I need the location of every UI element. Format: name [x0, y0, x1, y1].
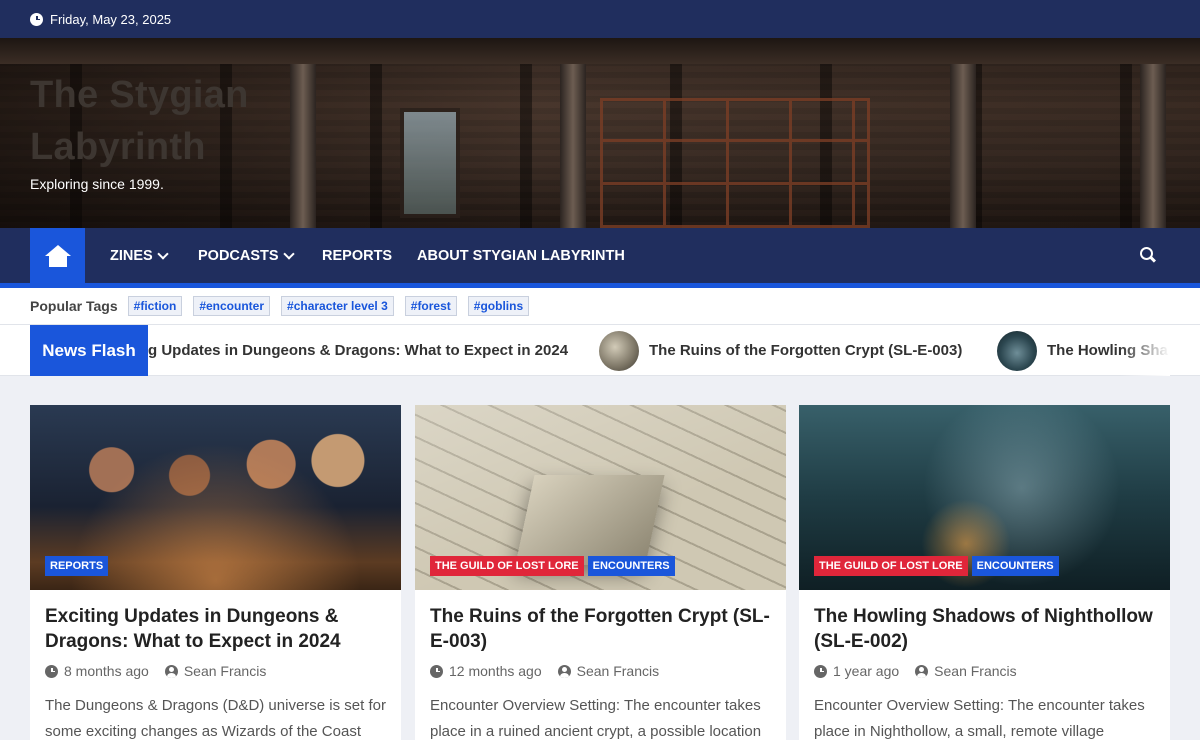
post-excerpt: Encounter Overview Setting: The encounte… — [814, 697, 1145, 740]
post-author[interactable]: Sean Francis — [577, 663, 659, 679]
news-ticker: g Updates in Dungeons & Dragons: What to… — [148, 325, 1170, 376]
chevron-down-icon — [282, 247, 295, 260]
post-author[interactable]: Sean Francis — [934, 663, 1016, 679]
tag-link[interactable]: #goblins — [467, 296, 530, 316]
clock-icon — [814, 664, 827, 678]
post-card[interactable]: REPORTS Exciting Updates in Dungeons & D… — [30, 405, 401, 740]
post-categories: REPORTS — [45, 556, 112, 576]
banner-image-pillar — [950, 64, 976, 228]
category-badge[interactable]: REPORTS — [45, 556, 109, 576]
ticker-item-title: The Ruins of the Forgotten Crypt (SL-E-0… — [649, 342, 963, 359]
popular-tags-label: Popular Tags — [30, 298, 118, 314]
banner-image-beam — [0, 38, 1200, 64]
nav-item-reports[interactable]: REPORTS — [322, 228, 392, 283]
news-flash-label: News Flash — [30, 325, 148, 376]
banner-image-window — [400, 108, 460, 218]
post-time[interactable]: 1 year ago — [833, 663, 899, 679]
site-title[interactable]: The Stygian Labyrinth — [30, 69, 280, 173]
nav-item-label: REPORTS — [322, 247, 393, 264]
current-date: Friday, May 23, 2025 — [50, 11, 172, 27]
site-tagline: Exploring since 1999. — [30, 176, 164, 192]
clock-icon — [430, 664, 443, 678]
post-author[interactable]: Sean Francis — [184, 663, 266, 679]
user-icon — [164, 664, 178, 678]
post-time[interactable]: 12 months ago — [449, 663, 542, 679]
tag-link[interactable]: #character level 3 — [281, 296, 394, 316]
tag-link[interactable]: #fiction — [127, 296, 183, 316]
category-badge[interactable]: ENCOUNTERS — [971, 556, 1059, 576]
ticker-fade — [1120, 325, 1170, 376]
clock-icon — [45, 664, 58, 678]
post-meta: 12 months ago Sean Francis — [430, 663, 659, 679]
post-meta: 8 months ago Sean Francis — [45, 663, 266, 679]
home-icon — [44, 244, 71, 267]
post-title[interactable]: The Howling Shadows of Nighthollow (SL-E… — [814, 604, 1159, 654]
post-title[interactable]: Exciting Updates in Dungeons & Dragons: … — [45, 604, 390, 654]
ticker-thumbnail — [599, 330, 639, 371]
nav-item-label: ABOUT STYGIAN LABYRINTH — [417, 247, 625, 264]
post-title[interactable]: The Ruins of the Forgotten Crypt (SL-E-0… — [430, 604, 775, 654]
main-navigation: ZINES PODCASTS REPORTS ABOUT STYGIAN LAB… — [0, 228, 1200, 288]
popular-tags-bar: Popular Tags #fiction #encounter #charac… — [0, 288, 1200, 324]
ticker-item-title: g Updates in Dungeons & Dragons: What to… — [148, 342, 569, 359]
clock-icon — [30, 12, 43, 26]
banner-image-pillar — [290, 64, 316, 228]
post-categories: THE GUILD OF LOST LORE ENCOUNTERS — [430, 556, 679, 576]
nav-item-podcasts[interactable]: PODCASTS — [198, 228, 295, 283]
ticker-item[interactable]: g Updates in Dungeons & Dragons: What to… — [148, 325, 568, 376]
post-card[interactable]: THE GUILD OF LOST LORE ENCOUNTERS The Ho… — [799, 405, 1170, 740]
banner-image-grate — [600, 98, 870, 228]
post-time[interactable]: 8 months ago — [64, 663, 149, 679]
post-categories: THE GUILD OF LOST LORE ENCOUNTERS — [814, 556, 1063, 576]
post-card[interactable]: THE GUILD OF LOST LORE ENCOUNTERS The Ru… — [415, 405, 786, 740]
user-icon — [915, 664, 929, 678]
post-meta: 1 year ago Sean Francis — [814, 663, 1017, 679]
chevron-down-icon — [157, 247, 169, 260]
post-excerpt: Encounter Overview Setting: The encounte… — [430, 697, 762, 740]
category-badge[interactable]: THE GUILD OF LOST LORE — [430, 556, 584, 576]
nav-item-about[interactable]: ABOUT STYGIAN LABYRINTH — [417, 228, 625, 283]
tag-link[interactable]: #forest — [404, 296, 457, 316]
ticker-thumbnail — [997, 330, 1037, 371]
banner-image-pillar — [560, 64, 586, 228]
nav-item-zines[interactable]: ZINES — [110, 228, 169, 283]
banner-image-pillar — [1140, 64, 1166, 228]
ticker-item[interactable]: The Ruins of the Forgotten Crypt (SL-E-0… — [599, 325, 962, 376]
user-icon — [557, 664, 571, 678]
tag-link[interactable]: #encounter — [193, 296, 271, 316]
news-flash-bar: News Flash g Updates in Dungeons & Drago… — [0, 324, 1200, 376]
nav-item-label: ZINES — [110, 247, 153, 264]
category-badge[interactable]: THE GUILD OF LOST LORE — [814, 556, 968, 576]
home-button[interactable] — [30, 228, 85, 283]
nav-item-label: PODCASTS — [198, 247, 279, 264]
category-badge[interactable]: ENCOUNTERS — [587, 556, 675, 576]
search-icon[interactable] — [1140, 247, 1155, 262]
top-bar: Friday, May 23, 2025 — [0, 0, 1200, 38]
post-excerpt: The Dungeons & Dragons (D&D) universe is… — [45, 697, 386, 740]
